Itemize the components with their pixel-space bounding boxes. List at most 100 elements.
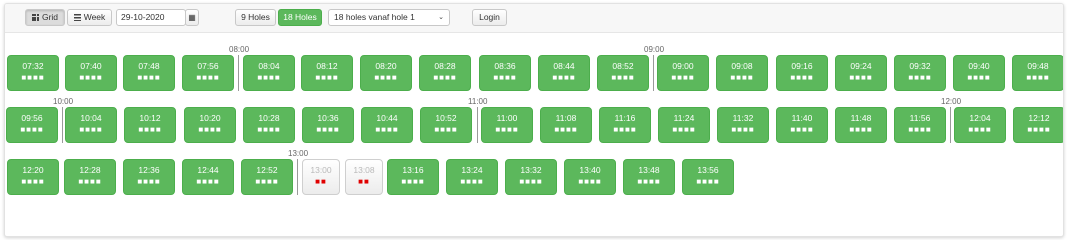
tee-time-slot[interactable]: 13:24 ■■■■ bbox=[446, 159, 498, 195]
date-field[interactable]: 29-10-2020 bbox=[116, 9, 186, 26]
player-slots: ■■■■ bbox=[493, 73, 517, 82]
hour-separator bbox=[238, 55, 239, 91]
grid-view-button[interactable]: Grid bbox=[25, 9, 65, 26]
tee-time-slot[interactable]: 07:48 ■■■■ bbox=[123, 55, 175, 91]
tee-time-slot[interactable]: 12:20 ■■■■ bbox=[7, 159, 59, 195]
player-slots: ■■■■ bbox=[613, 125, 637, 134]
tee-time-slot[interactable]: 13:48 ■■■■ bbox=[623, 159, 675, 195]
tee-time-label: 10:52 bbox=[435, 113, 457, 123]
tee-time-slot[interactable]: 10:44 ■■■■ bbox=[361, 107, 413, 143]
tee-time-slot[interactable]: 10:52 ■■■■ bbox=[420, 107, 472, 143]
holes-18-label: 18 Holes bbox=[283, 12, 317, 22]
player-slots: ■■■■ bbox=[78, 177, 102, 186]
player-slots: ■■■■ bbox=[460, 177, 484, 186]
tee-time-slot[interactable]: 10:28 ■■■■ bbox=[243, 107, 295, 143]
player-slots: ■■■■ bbox=[554, 125, 578, 134]
hour-label: 12:00 bbox=[941, 97, 962, 106]
tee-time-label: 12:44 bbox=[197, 165, 219, 175]
tee-time-slot[interactable]: 10:36 ■■■■ bbox=[302, 107, 354, 143]
tee-time-slot[interactable]: 13:08 ■■ bbox=[345, 159, 383, 195]
login-label: Login bbox=[479, 12, 500, 22]
tee-time-slot[interactable]: 12:52 ■■■■ bbox=[241, 159, 293, 195]
tee-time-slot[interactable]: 10:20 ■■■■ bbox=[184, 107, 236, 143]
tee-time-slot[interactable]: 11:00 ■■■■ bbox=[481, 107, 533, 143]
tee-time-slot[interactable]: 11:56 ■■■■ bbox=[894, 107, 946, 143]
tee-time-slot[interactable]: 09:48 ■■■■ bbox=[1012, 55, 1063, 91]
player-slots: ■■■■ bbox=[374, 73, 398, 82]
tee-time-label: 13:16 bbox=[402, 165, 424, 175]
tee-time-label: 09:48 bbox=[1027, 61, 1049, 71]
tee-time-label: 13:48 bbox=[638, 165, 660, 175]
tee-time-label: 08:04 bbox=[258, 61, 280, 71]
tee-time-slot[interactable]: 09:00 ■■■■ bbox=[657, 55, 709, 91]
week-view-button[interactable]: Week bbox=[67, 9, 112, 26]
tee-time-slot[interactable]: 08:12 ■■■■ bbox=[301, 55, 353, 91]
tee-time-slot[interactable]: 07:32 ■■■■ bbox=[7, 55, 59, 91]
date-value: 29-10-2020 bbox=[121, 12, 165, 22]
tee-time-slot[interactable]: 09:16 ■■■■ bbox=[776, 55, 828, 91]
player-slots: ■■■■ bbox=[196, 177, 220, 186]
start-hole-select[interactable]: 18 holes vanaf hole 1 ⌄ bbox=[328, 9, 450, 26]
tee-time-slot[interactable]: 13:56 ■■■■ bbox=[682, 159, 734, 195]
tee-time-slot[interactable]: 11:16 ■■■■ bbox=[599, 107, 651, 143]
player-slots: ■■■■ bbox=[552, 73, 576, 82]
calendar-button[interactable]: ▦ bbox=[185, 9, 199, 26]
tee-time-label: 07:32 bbox=[22, 61, 44, 71]
tee-time-slot[interactable]: 08:36 ■■■■ bbox=[479, 55, 531, 91]
player-slots: ■■■■ bbox=[908, 125, 932, 134]
tee-time-label: 10:36 bbox=[317, 113, 339, 123]
tee-time-slot[interactable]: 11:32 ■■■■ bbox=[717, 107, 769, 143]
tee-time-slot[interactable]: 11:24 ■■■■ bbox=[658, 107, 710, 143]
tee-time-label: 13:24 bbox=[461, 165, 483, 175]
tee-time-label: 08:20 bbox=[375, 61, 397, 71]
tee-time-label: 11:40 bbox=[791, 113, 813, 123]
tee-time-slot[interactable]: 09:32 ■■■■ bbox=[894, 55, 946, 91]
tee-time-slot[interactable]: 12:12 ■■■■ bbox=[1013, 107, 1063, 143]
holes-9-label: 9 Holes bbox=[241, 12, 270, 22]
player-slots: ■■■■ bbox=[21, 73, 45, 82]
tee-time-label: 07:56 bbox=[197, 61, 219, 71]
tee-time-label: 12:36 bbox=[138, 165, 160, 175]
tee-time-label: 11:48 bbox=[850, 113, 872, 123]
tee-time-slot[interactable]: 12:28 ■■■■ bbox=[64, 159, 116, 195]
tee-time-slot[interactable]: 11:48 ■■■■ bbox=[835, 107, 887, 143]
tee-time-slot[interactable]: 10:04 ■■■■ bbox=[65, 107, 117, 143]
tee-time-slot[interactable]: 13:32 ■■■■ bbox=[505, 159, 557, 195]
player-slots: ■■■■ bbox=[672, 125, 696, 134]
holes-9-button[interactable]: 9 Holes bbox=[235, 9, 276, 26]
player-slots: ■■■■ bbox=[519, 177, 543, 186]
tee-time-slot[interactable]: 07:56 ■■■■ bbox=[182, 55, 234, 91]
tee-time-slot[interactable]: 08:52 ■■■■ bbox=[597, 55, 649, 91]
tee-time-slot[interactable]: 08:28 ■■■■ bbox=[419, 55, 471, 91]
player-slots: ■■■■ bbox=[731, 125, 755, 134]
tee-time-slot[interactable]: 08:20 ■■■■ bbox=[360, 55, 412, 91]
holes-18-button[interactable]: 18 Holes bbox=[278, 9, 322, 26]
tee-time-slot[interactable]: 09:24 ■■■■ bbox=[835, 55, 887, 91]
grid-view-label: Grid bbox=[41, 12, 59, 22]
tee-time-slot[interactable]: 13:00 ■■ bbox=[302, 159, 340, 195]
tee-time-slot[interactable]: 08:44 ■■■■ bbox=[538, 55, 590, 91]
tee-time-slot[interactable]: 08:04 ■■■■ bbox=[243, 55, 295, 91]
tee-time-slot[interactable]: 13:16 ■■■■ bbox=[387, 159, 439, 195]
player-slots: ■■■■ bbox=[257, 73, 281, 82]
player-slots: ■■■■ bbox=[1027, 125, 1051, 134]
tee-time-slot[interactable]: 12:44 ■■■■ bbox=[182, 159, 234, 195]
tee-time-slot[interactable]: 13:40 ■■■■ bbox=[564, 159, 616, 195]
hour-separator bbox=[477, 107, 478, 143]
player-slots: ■■■■ bbox=[375, 125, 399, 134]
login-button[interactable]: Login bbox=[472, 9, 507, 26]
tee-time-slot[interactable]: 10:12 ■■■■ bbox=[124, 107, 176, 143]
tee-time-slot[interactable]: 09:56 ■■■■ bbox=[6, 107, 58, 143]
tee-time-slot[interactable]: 12:04 ■■■■ bbox=[954, 107, 1006, 143]
tee-time-slot[interactable]: 12:36 ■■■■ bbox=[123, 159, 175, 195]
tee-time-slot[interactable]: 11:08 ■■■■ bbox=[540, 107, 592, 143]
tee-time-slot[interactable]: 09:08 ■■■■ bbox=[716, 55, 768, 91]
tee-time-slot[interactable]: 09:40 ■■■■ bbox=[953, 55, 1005, 91]
tee-time-label: 10:04 bbox=[80, 113, 102, 123]
tee-time-slot[interactable]: 07:40 ■■■■ bbox=[65, 55, 117, 91]
player-slots: ■■■■ bbox=[671, 73, 695, 82]
tee-time-label: 13:56 bbox=[697, 165, 719, 175]
player-slots: ■■■■ bbox=[20, 125, 44, 134]
tee-sheet-panel: Grid Week 29-10-2020 ▦ 9 Holes 18 Holes … bbox=[4, 3, 1064, 237]
tee-time-slot[interactable]: 11:40 ■■■■ bbox=[776, 107, 828, 143]
